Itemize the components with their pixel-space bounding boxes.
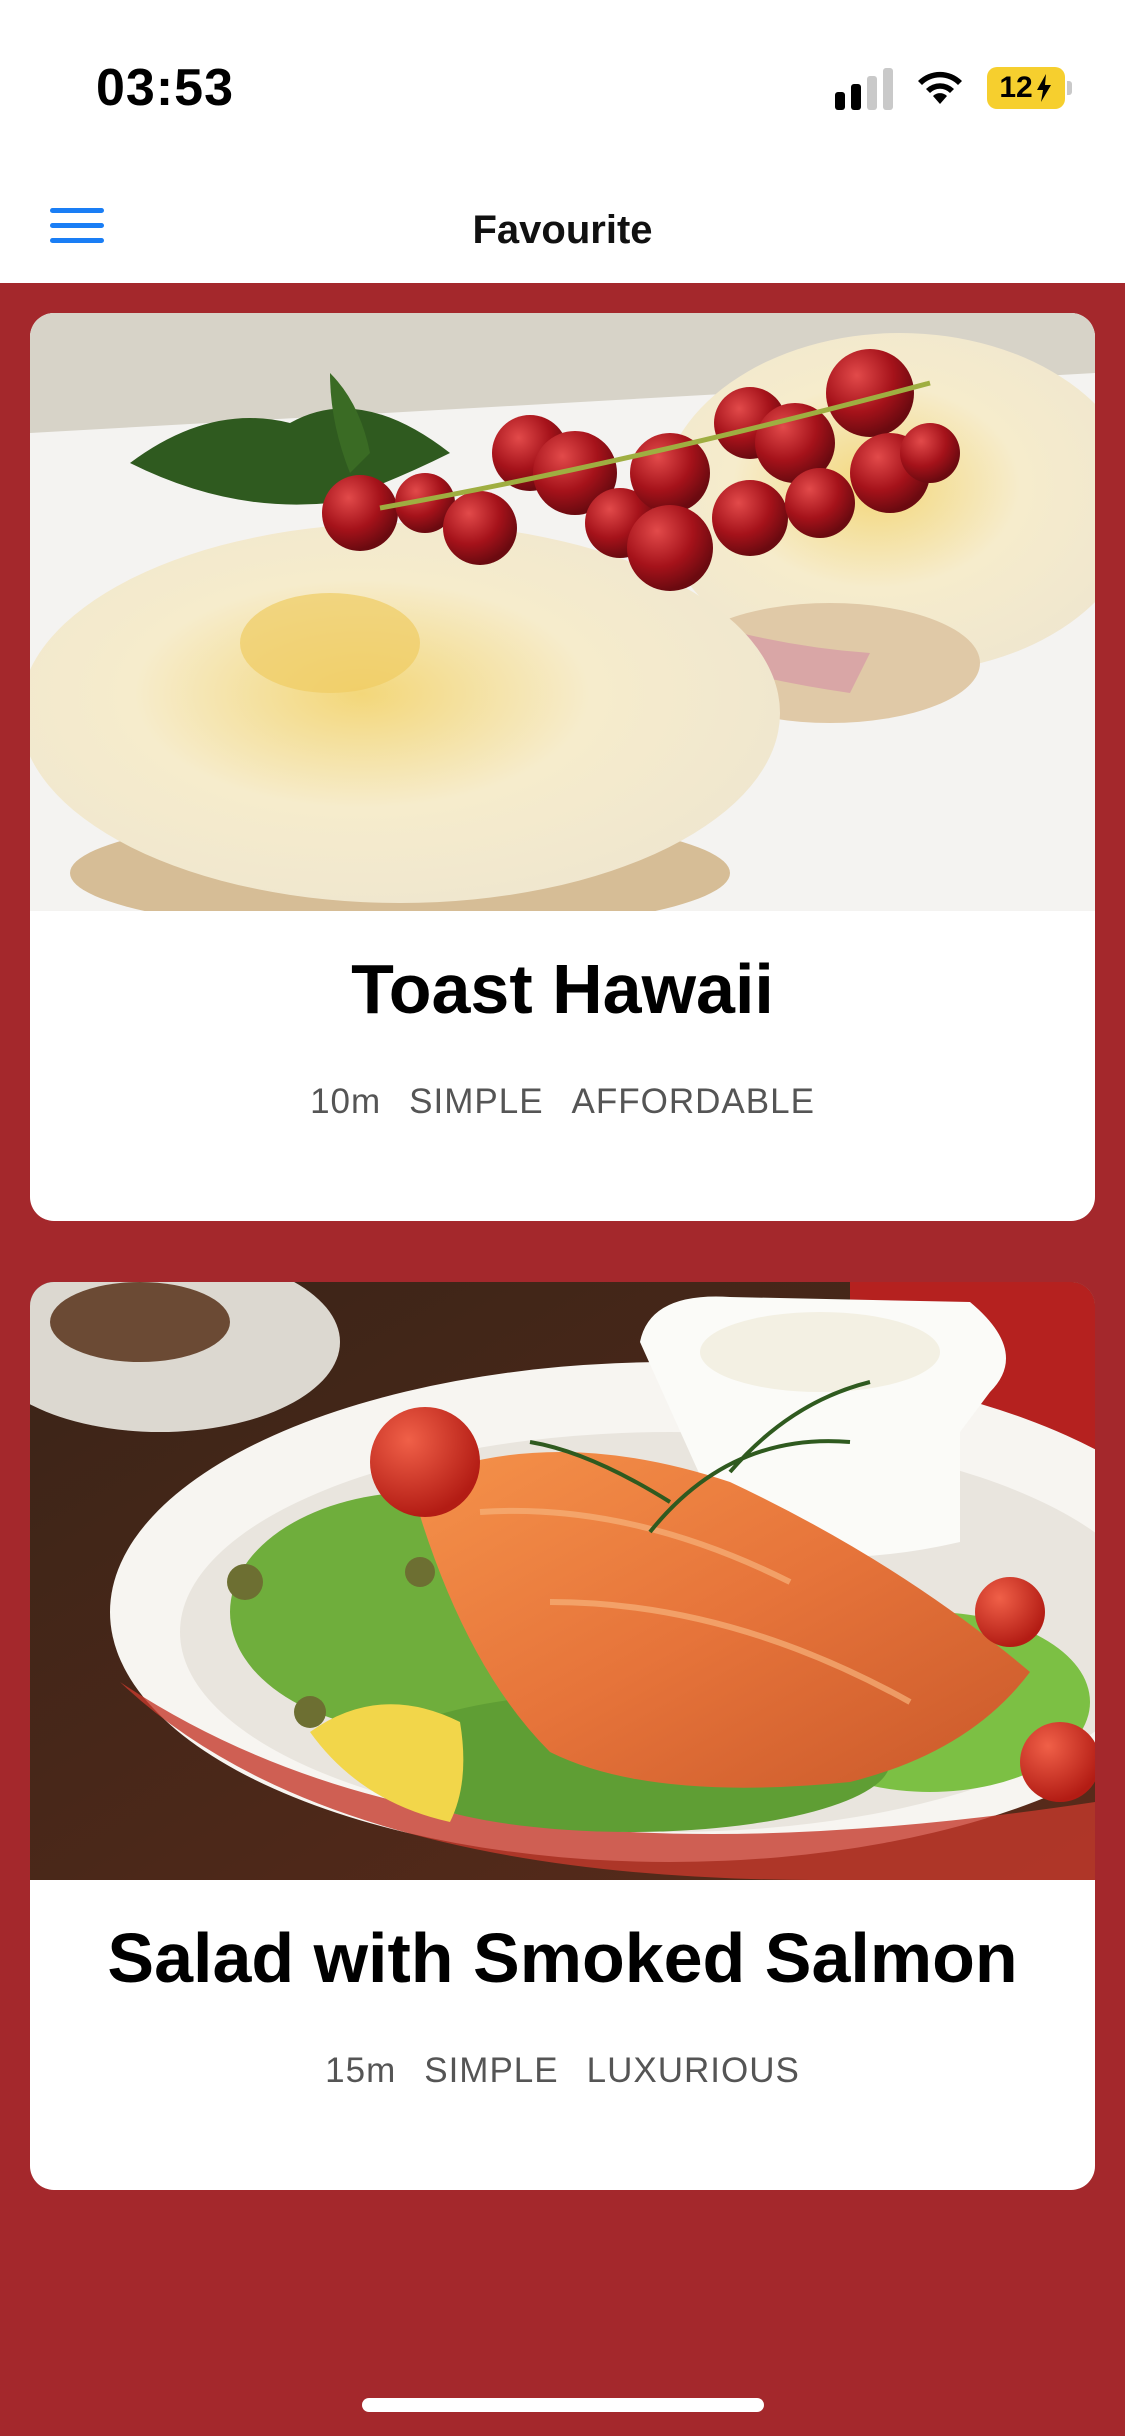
cellular-signal-icon (835, 66, 893, 110)
status-icons: 12 (835, 64, 1072, 112)
meal-card-body: Salad with Smoked Salmon 15m SIMPLE LUXU… (30, 1918, 1095, 2091)
meal-card-body: Toast Hawaii 10m SIMPLE AFFORDABLE (30, 949, 1095, 1122)
meal-image-salad-with-smoked-salmon (30, 1282, 1095, 1880)
battery-level: 12 (999, 71, 1033, 104)
meal-meta: 15m SIMPLE LUXURIOUS (30, 2051, 1095, 2091)
status-time: 03:53 (96, 59, 234, 117)
meal-card[interactable]: Salad with Smoked Salmon 15m SIMPLE LUXU… (30, 1282, 1095, 2190)
page-title: Favourite (472, 208, 653, 252)
battery-icon: 12 (987, 67, 1072, 109)
status-bar: 03:53 12 (0, 0, 1125, 170)
meal-duration: 10m (310, 1081, 382, 1121)
meal-image-toast-hawaii (30, 313, 1095, 911)
meal-title: Salad with Smoked Salmon (107, 1919, 1018, 1997)
meal-affordability: LUXURIOUS (586, 2050, 800, 2090)
meal-title: Toast Hawaii (351, 950, 774, 1028)
meal-meta: 10m SIMPLE AFFORDABLE (30, 1082, 1095, 1122)
meal-card[interactable]: Toast Hawaii 10m SIMPLE AFFORDABLE (30, 313, 1095, 1221)
charging-bolt-icon (1036, 74, 1051, 102)
meal-complexity: SIMPLE (424, 2050, 559, 2090)
wifi-icon (918, 71, 962, 104)
meal-duration: 15m (325, 2050, 397, 2090)
meal-complexity: SIMPLE (409, 1081, 544, 1121)
meal-affordability: AFFORDABLE (571, 1081, 815, 1121)
navigation-bar: Favourite (0, 170, 1125, 283)
home-indicator[interactable] (362, 2398, 764, 2412)
